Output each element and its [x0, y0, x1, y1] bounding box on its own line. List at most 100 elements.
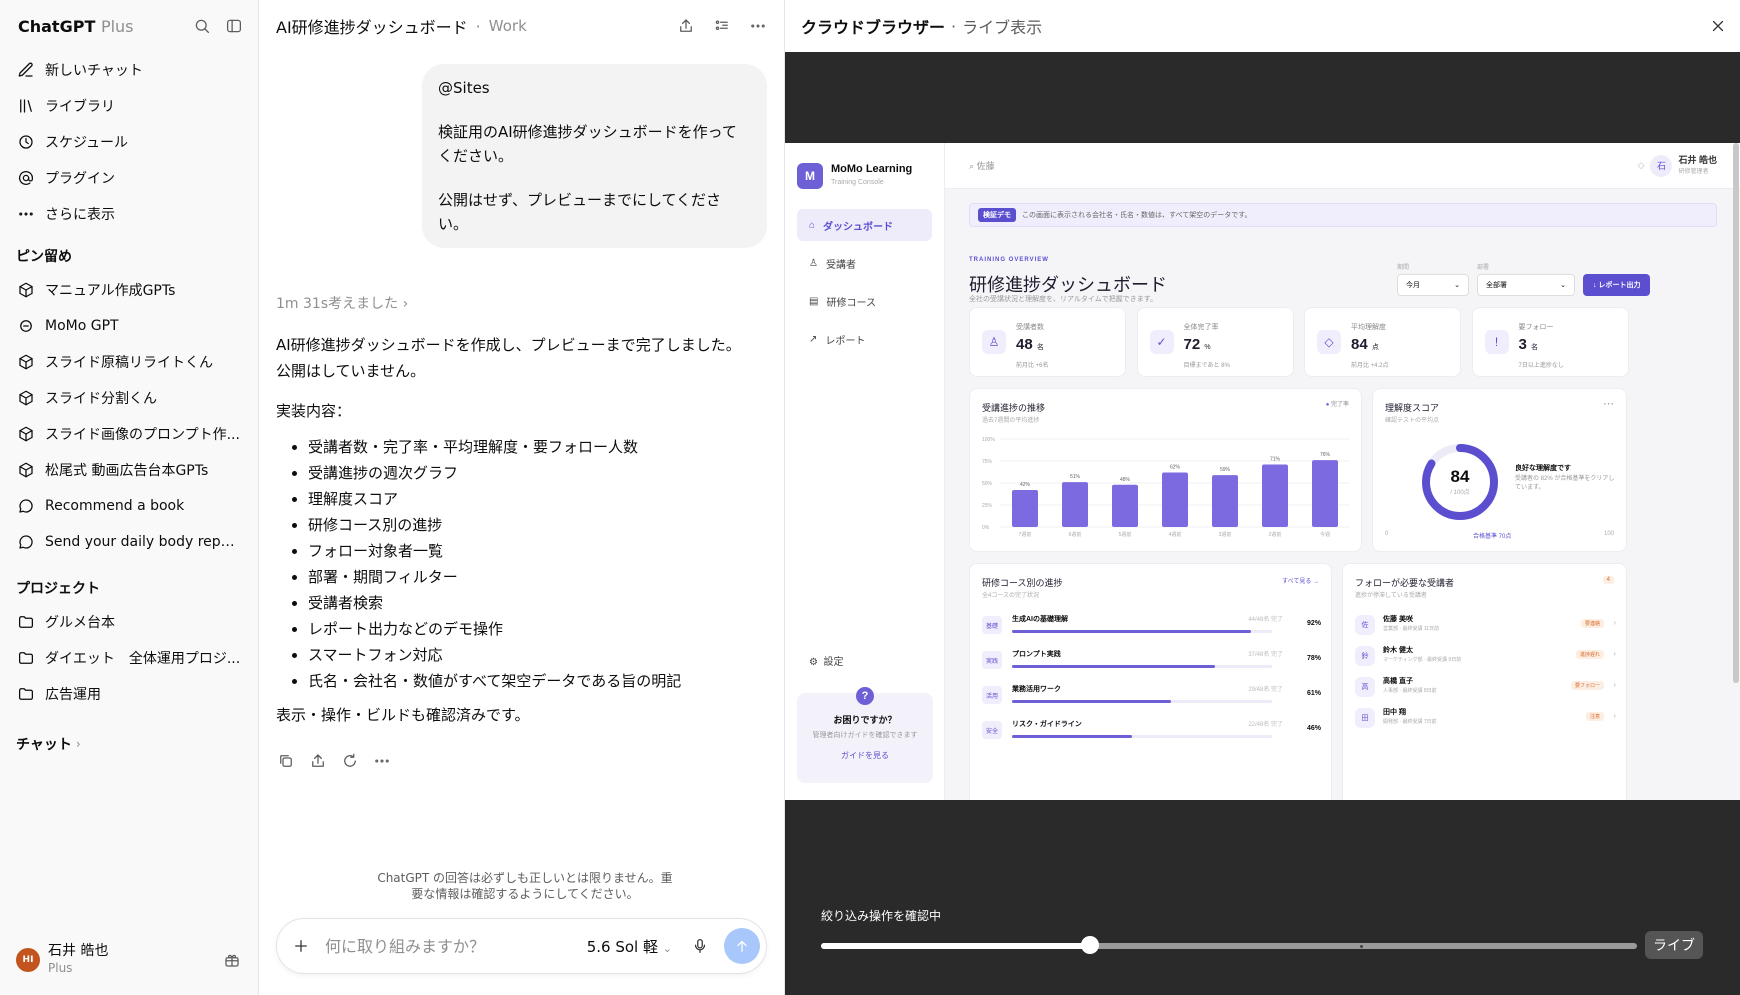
kpi-note: 7日以上進捗なし: [1518, 363, 1564, 369]
chat-title[interactable]: AI研修進捗ダッシュボード: [276, 14, 468, 38]
sidebar-nav-item[interactable]: さらに表示: [0, 196, 258, 232]
bar[interactable]: [1212, 475, 1238, 527]
project-item[interactable]: ダイエット 全体運用プロジ...: [0, 640, 258, 676]
project-item[interactable]: 広告運用: [0, 676, 258, 712]
department-select[interactable]: 全部署 ⌄: [1477, 274, 1575, 296]
kpi-label: 全体完了率: [1183, 324, 1219, 331]
title-separator: ·: [475, 16, 481, 36]
follow-row[interactable]: 鈴 鈴木 健太 マーケティング部 · 最終受講 9日前 進捗遅れ ›: [1355, 643, 1616, 669]
pinned-item[interactable]: マニュアル作成GPTs: [0, 272, 258, 308]
pinned-item[interactable]: スライド分割くん: [0, 380, 258, 416]
help-link[interactable]: ガイドを見る: [797, 750, 933, 761]
report-export-button[interactable]: ↓ レポート出力: [1583, 274, 1651, 296]
timeline-slider[interactable]: [821, 936, 1637, 954]
answer-list-item: 受講進捗の週次グラフ: [308, 460, 746, 486]
share-icon[interactable]: [308, 751, 328, 771]
app-brand[interactable]: ChatGPT Plus: [18, 17, 134, 36]
y-tick-label: 0%: [982, 525, 990, 531]
cube-icon: [16, 460, 36, 480]
pinned-item[interactable]: Recommend a book: [0, 488, 258, 524]
message-actions: [276, 751, 392, 771]
course-row[interactable]: 基礎 生成AIの基礎理解 44/48名 完了 92%: [982, 612, 1321, 642]
send-button[interactable]: [724, 928, 760, 964]
live-button[interactable]: ライブ: [1645, 931, 1703, 959]
kpi-value: 3 名: [1518, 336, 1539, 353]
site-logo-mark: M: [797, 163, 823, 189]
user-message-line: 検証用のAI研修進捗ダッシュボードを作ってください。: [438, 123, 737, 165]
score-axis-max: 100: [1603, 531, 1614, 537]
chats-section-title[interactable]: チャット ›: [0, 712, 258, 760]
period-select[interactable]: 今月 ⌄: [1397, 274, 1469, 296]
see-all-link[interactable]: すべて見る →: [1282, 576, 1319, 585]
follow-avatar: 田: [1355, 708, 1375, 728]
follow-avatar: 高: [1355, 677, 1375, 697]
microphone-icon[interactable]: [690, 936, 710, 956]
sidebar-nav-item[interactable]: スケジュール: [0, 124, 258, 160]
thought-toggle[interactable]: 1m 31s考えました ›: [276, 293, 408, 313]
pinned-item[interactable]: 松尾式 動画広告台本GPTs: [0, 452, 258, 488]
kpi-note: 前月比 +6名: [1016, 363, 1049, 369]
site-settings-link[interactable]: ⚙ 設定: [809, 653, 844, 668]
site-nav-item[interactable]: ↗ レポート: [797, 323, 932, 355]
share-icon[interactable]: [676, 16, 696, 36]
pinned-item[interactable]: スライド画像のプロンプト作...: [0, 416, 258, 452]
pinned-item[interactable]: スライド原稿リライトくん: [0, 344, 258, 380]
live-site-preview[interactable]: M MoMo Learning Training Console ⌂ ダッシュボード…: [785, 143, 1740, 800]
follow-row[interactable]: 佐 佐藤 美咲 営業部 · 最終受講 11日前 要連絡 ›: [1355, 612, 1616, 638]
site-nav-item[interactable]: ⌂ ダッシュボード: [797, 209, 932, 241]
plus-icon[interactable]: [291, 936, 311, 956]
projects-section-title[interactable]: プロジェクト: [0, 560, 258, 604]
course-row[interactable]: 活用 業務活用ワーク 29/48名 完了 61%: [982, 682, 1321, 712]
tasks-icon[interactable]: [712, 16, 732, 36]
kpi-card: ◇ 平均理解度 84 点 前月比 +4.2点: [1304, 307, 1461, 377]
timeline-handle[interactable]: [1081, 936, 1100, 954]
pinned-item[interactable]: Send your daily body report now: [0, 524, 258, 560]
sidebar-nav-item[interactable]: ライブラリ: [0, 88, 258, 124]
site-logo[interactable]: M MoMo Learning Training Console: [785, 143, 944, 209]
notification-icon[interactable]: ◇: [1638, 160, 1645, 171]
site-user-name: 石井 皓也: [1678, 154, 1717, 165]
answer-list: 受講者数・完了率・平均理解度・要フォロー人数受講進捗の週次グラフ理解度スコア研修…: [308, 434, 746, 694]
more-options-icon[interactable]: [748, 16, 768, 36]
chat-bubble-icon: [16, 532, 36, 552]
assistant-message: AI研修進捗ダッシュボードを作成し、プレビューまで完了しました。公開はしていませ…: [276, 332, 746, 728]
bar[interactable]: [1162, 472, 1188, 527]
site-nav-item[interactable]: ♙ 受講者: [797, 247, 932, 279]
search-icon[interactable]: [192, 16, 212, 36]
kpi-value: 48 名: [1016, 336, 1044, 353]
site-nav-item[interactable]: ▤ 研修コース: [797, 285, 932, 317]
course-row[interactable]: 実践 プロンプト実践 37/48名 完了 78%: [982, 647, 1321, 677]
more-options-icon[interactable]: ⋯: [1603, 397, 1614, 410]
follow-badge: 注意: [1585, 712, 1604, 721]
sidebar-nav-item[interactable]: 新しいチャット: [0, 52, 258, 88]
site-user-menu[interactable]: ◇ 石 石井 皓也 研修管理者: [1638, 154, 1717, 177]
model-selector[interactable]: 5.6 Sol 軽 ⌄: [587, 936, 672, 957]
pinned-item[interactable]: MoMo GPT: [0, 308, 258, 344]
sidebar-nav-item[interactable]: プラグイン: [0, 160, 258, 196]
regenerate-icon[interactable]: [340, 751, 360, 771]
bar[interactable]: [1112, 484, 1138, 527]
help-card: ? お困りですか？ 管理者向けガイドを確認できます ガイドを見る: [797, 687, 933, 783]
bar[interactable]: [1062, 482, 1088, 527]
follow-row[interactable]: 高 高橋 直子 人事部 · 最終受講 8日前 要フォロー ›: [1355, 674, 1616, 700]
project-item[interactable]: グルメ台本: [0, 604, 258, 640]
gift-icon[interactable]: [222, 950, 242, 970]
follow-row[interactable]: 田 田中 翔 開発部 · 最終受講 7日前 注意 ›: [1355, 705, 1616, 731]
close-icon[interactable]: [1708, 16, 1728, 36]
copy-icon[interactable]: [276, 751, 296, 771]
project-name[interactable]: Work: [489, 17, 527, 35]
chat-panel: AI研修進捗ダッシュボード · Work @Sites 検証用のAI研修進捗ダッ…: [259, 0, 784, 995]
site-search[interactable]: ⌕ 佐藤: [969, 159, 995, 172]
bar[interactable]: [1312, 460, 1338, 527]
chevron-down-icon: ⌄: [662, 941, 672, 955]
x-tick-label: 4週前: [1169, 531, 1182, 538]
user-menu[interactable]: HI 石井 皓也 Plus: [0, 925, 258, 995]
bar[interactable]: [1262, 464, 1288, 527]
more-options-icon[interactable]: [372, 751, 392, 771]
bar[interactable]: [1012, 490, 1038, 527]
kpi-label: 要フォロー: [1518, 324, 1554, 331]
site-scrollbar[interactable]: [1733, 143, 1739, 683]
sidebar-toggle-icon[interactable]: [224, 16, 244, 36]
prompt-input[interactable]: [325, 936, 587, 956]
course-row[interactable]: 安全 リスク・ガイドライン 22/48名 完了 46%: [982, 717, 1321, 747]
